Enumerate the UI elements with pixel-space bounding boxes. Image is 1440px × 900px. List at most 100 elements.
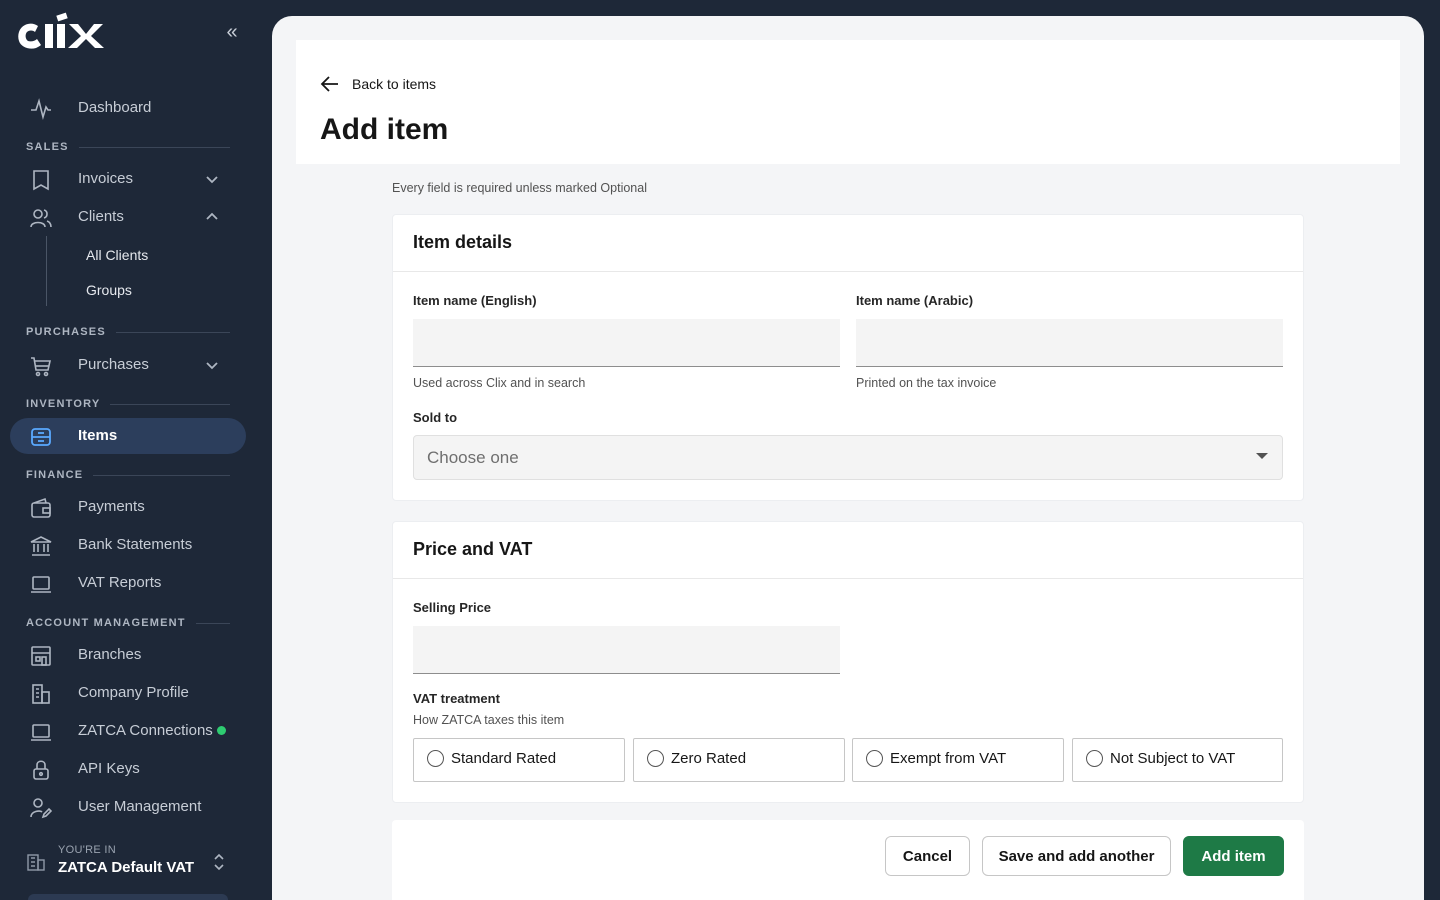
pulse-icon — [30, 98, 52, 120]
wallet-icon — [30, 497, 52, 519]
chevron-down-icon — [204, 171, 220, 187]
building-icon — [26, 852, 46, 872]
item-name-ar-help: Printed on the tax invoice — [856, 376, 997, 390]
item-name-en-input[interactable] — [413, 319, 840, 367]
vat-treatment-help: How ZATCA taxes this item — [413, 713, 565, 727]
radio-circle — [1086, 750, 1103, 767]
sidebar-item-invoices[interactable]: Invoices — [10, 161, 246, 197]
card-header: Price and VAT — [393, 522, 1303, 579]
sidebar-item-label: Company Profile — [78, 684, 189, 701]
sold-to-select[interactable]: Choose one — [413, 435, 1283, 480]
sidebar-item-dashboard[interactable]: Dashboard — [10, 90, 246, 126]
card-header: Item details — [393, 215, 1303, 272]
sidebar-item-label: VAT Reports — [78, 574, 162, 591]
item-name-en-help: Used across Clix and in search — [413, 376, 586, 390]
page-title: Add item — [320, 113, 449, 146]
sold-to-placeholder: Choose one — [427, 448, 519, 467]
cart-icon — [30, 355, 52, 377]
back-link-label: Back to items — [352, 76, 437, 92]
selling-price-input[interactable] — [413, 626, 840, 674]
bank-icon — [30, 535, 52, 557]
user-edit-icon — [30, 797, 52, 819]
sidebar-item-label: Items — [78, 427, 118, 444]
users-icon — [30, 207, 52, 229]
sidebar-item-zatca-connections[interactable]: ZATCA Connections — [10, 713, 246, 749]
chevron-up-down-icon — [212, 850, 226, 874]
chevron-down-icon — [204, 357, 220, 373]
item-name-en-label: Item name (English) — [413, 293, 537, 308]
sidebar-item-branches[interactable]: Branches — [10, 637, 246, 673]
back-to-items-link[interactable]: Back to items — [320, 74, 436, 94]
item-name-ar-label: Item name (Arabic) — [856, 293, 974, 308]
radio-circle — [647, 750, 664, 767]
collapse-sidebar-button[interactable]: « — [222, 20, 242, 44]
sidebar-footer-pill — [28, 894, 228, 900]
vat-option-standard-rated[interactable]: Standard Rated — [413, 738, 625, 782]
sidebar-item-label: Branches — [78, 646, 142, 663]
arrow-left-icon — [320, 76, 338, 92]
submenu-guide-line — [46, 236, 47, 306]
building-icon — [30, 683, 52, 705]
sold-to-label: Sold to — [413, 410, 458, 425]
sidebar-item-label: Purchases — [78, 356, 149, 373]
form-hint: Every field is required unless marked Op… — [392, 181, 647, 195]
sidebar-item-clients[interactable]: Clients — [10, 199, 246, 235]
sidebar-item-label: Invoices — [78, 170, 134, 187]
sidebar-item-label: ZATCA Connections — [78, 722, 213, 739]
card-title: Item details — [413, 232, 513, 252]
org-caption: YOU'RE IN — [58, 844, 116, 856]
section-finance: FINANCE — [26, 468, 230, 482]
sidebar-item-items[interactable]: Items — [10, 418, 246, 454]
main-panel: Back to items Add item Every field is re… — [272, 16, 1424, 900]
sidebar-item-label: Payments — [78, 498, 145, 515]
organization-switcher[interactable]: YOU'RE IN ZATCA Default VAT — [26, 842, 236, 882]
radio-label: Zero Rated — [671, 750, 747, 767]
chevron-up-icon — [204, 209, 220, 225]
section-sales: SALES — [26, 140, 230, 154]
item-details-card: Item details Item name (English) Used ac… — [392, 214, 1304, 501]
store-icon — [30, 645, 52, 667]
radio-label: Exempt from VAT — [890, 750, 1007, 767]
sidebar-item-payments[interactable]: Payments — [10, 489, 246, 525]
sidebar-item-label: Clients — [78, 208, 124, 225]
radio-circle — [427, 750, 444, 767]
radio-label: Standard Rated — [451, 750, 557, 767]
org-name: ZATCA Default VAT — [58, 859, 195, 876]
sidebar-item-bank-statements[interactable]: Bank Statements — [10, 527, 246, 563]
sidebar-item-vat-reports[interactable]: VAT Reports — [10, 565, 246, 601]
price-vat-card: Price and VAT Selling Price VAT treatmen… — [392, 521, 1304, 803]
sidebar-item-purchases[interactable]: Purchases — [10, 347, 246, 383]
selling-price-label: Selling Price — [413, 600, 492, 615]
receipt-icon — [30, 169, 52, 191]
vat-treatment-label: VAT treatment — [413, 691, 500, 706]
card-title: Price and VAT — [413, 539, 533, 559]
sidebar-item-label: Dashboard — [78, 99, 152, 116]
add-item-button[interactable]: Add item — [1183, 836, 1284, 876]
radio-circle — [866, 750, 883, 767]
radio-label: Not Subject to VAT — [1110, 750, 1236, 767]
sidebar-subitem-all-clients[interactable]: All Clients — [86, 247, 148, 263]
section-account-management: ACCOUNT MANAGEMENT — [26, 616, 230, 630]
sidebar-item-api-keys[interactable]: API Keys — [10, 751, 246, 787]
sidebar-item-user-management[interactable]: User Management — [10, 789, 246, 825]
connection-status-dot — [217, 726, 226, 735]
vat-option-not-subject[interactable]: Not Subject to VAT — [1072, 738, 1283, 782]
vat-option-exempt[interactable]: Exempt from VAT — [852, 738, 1064, 782]
sidebar-subitem-groups[interactable]: Groups — [86, 282, 132, 298]
sidebar-item-label: User Management — [78, 798, 202, 815]
sidebar-item-company-profile[interactable]: Company Profile — [10, 675, 246, 711]
box-icon — [30, 426, 52, 448]
laptop-icon — [30, 721, 52, 743]
save-and-add-another-button[interactable]: Save and add another — [982, 836, 1171, 876]
vat-option-zero-rated[interactable]: Zero Rated — [633, 738, 845, 782]
caret-down-icon — [1256, 453, 1268, 459]
item-name-ar-input[interactable] — [856, 319, 1283, 367]
cancel-button[interactable]: Cancel — [885, 836, 970, 876]
sidebar: « Dashboard SALES Invoices Clients All C… — [0, 0, 272, 900]
sidebar-item-label: Bank Statements — [78, 536, 193, 553]
clix-logo[interactable] — [16, 12, 122, 52]
laptop-icon — [30, 573, 52, 595]
section-purchases: PURCHASES — [26, 325, 230, 339]
lock-icon — [30, 759, 52, 781]
form-actions: Cancel Save and add another Add item — [392, 820, 1304, 900]
